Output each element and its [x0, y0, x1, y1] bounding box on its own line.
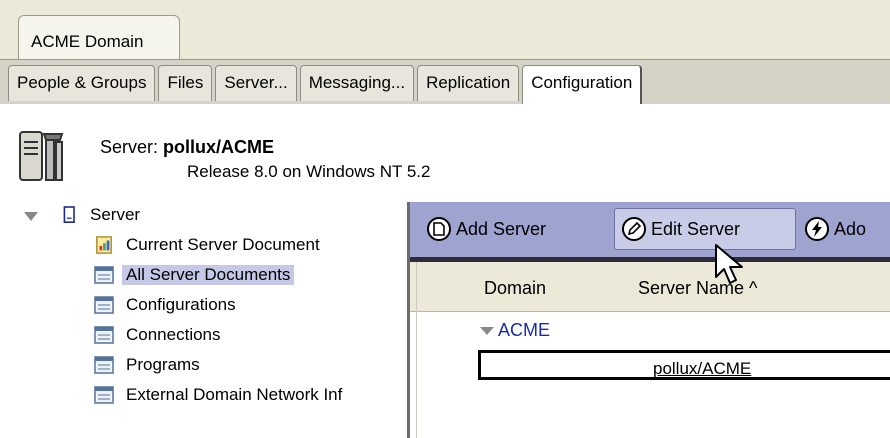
view-column-header: Domain Server Name ^: [410, 262, 890, 312]
server-name: pollux/ACME: [163, 137, 275, 157]
navigator-pane: Server Current Server Document All Serve…: [0, 202, 410, 438]
server-small-icon: [63, 206, 75, 223]
action-bar: Add Server Edit Server Ado: [410, 202, 890, 262]
nav-item-external-domain-network-inf[interactable]: External Domain Network Inf: [94, 382, 342, 408]
view-icon: [94, 266, 114, 284]
document-icon: [96, 236, 112, 254]
nav-label: Connections: [126, 325, 221, 344]
add-connection-label: Ado: [834, 218, 867, 239]
tab-replication[interactable]: Replication: [417, 65, 520, 101]
nav-label: Programs: [126, 355, 200, 374]
nav-label: Configurations: [126, 295, 236, 314]
server-name-cell[interactable]: pollux/ACME: [653, 359, 751, 379]
tab-files[interactable]: Files: [158, 65, 213, 101]
column-domain[interactable]: Domain: [484, 278, 546, 299]
lightning-icon: [805, 217, 829, 241]
nav-label: Current Server Document: [126, 235, 320, 254]
nav-item-current-server-document[interactable]: Current Server Document: [94, 232, 320, 258]
nav-item-all-server-documents[interactable]: All Server Documents: [94, 262, 295, 288]
category-label: ACME: [498, 320, 551, 340]
view-icon: [94, 386, 114, 404]
collapse-triangle-icon[interactable]: [24, 212, 38, 221]
nav-label: All Server Documents: [122, 265, 295, 285]
tab-server[interactable]: Server...: [215, 65, 297, 101]
view-icon: [94, 326, 114, 344]
table-row[interactable]: pollux/ACME: [478, 350, 890, 380]
task-tab-bar: People & Groups Files Server... Messagin…: [0, 59, 890, 105]
server-label-prefix: Server:: [100, 137, 159, 157]
view-icon: [94, 356, 114, 374]
nav-item-connections[interactable]: Connections: [94, 322, 221, 348]
edit-server-label: Edit Server: [651, 218, 741, 239]
server-release: Release 8.0 on Windows NT 5.2: [187, 162, 431, 181]
tab-people-groups[interactable]: People & Groups: [8, 65, 156, 101]
pencil-icon: [622, 217, 646, 241]
add-server-label: Add Server: [456, 218, 547, 239]
add-connection-button[interactable]: Ado: [804, 208, 866, 250]
content-pane: Add Server Edit Server Ado Domain Server…: [410, 202, 890, 438]
server-label: Server: pollux/ACME: [100, 137, 274, 158]
nav-item-configurations[interactable]: Configurations: [94, 292, 236, 318]
tab-acme-domain[interactable]: ACME Domain: [18, 15, 180, 59]
margin-divider: [416, 262, 417, 438]
tab-messaging[interactable]: Messaging...: [299, 65, 415, 101]
nav-label: Server: [90, 205, 141, 224]
add-server-button[interactable]: Add Server: [426, 208, 546, 250]
edit-server-button[interactable]: Edit Server: [614, 208, 796, 250]
nav-server-root[interactable]: Server: [62, 202, 140, 228]
tab-configuration[interactable]: Configuration: [522, 65, 643, 105]
expand-triangle-icon[interactable]: [480, 326, 494, 335]
nav-item-programs[interactable]: Programs: [94, 352, 200, 378]
nav-label: External Domain Network Inf: [126, 385, 343, 404]
server-icon: [19, 131, 64, 181]
domain-tab-bar: ACME Domain: [0, 0, 890, 60]
add-document-icon: [427, 217, 451, 241]
view-icon: [94, 296, 114, 314]
mouse-cursor-icon: [715, 244, 743, 284]
category-row-acme[interactable]: ACME: [480, 320, 550, 341]
